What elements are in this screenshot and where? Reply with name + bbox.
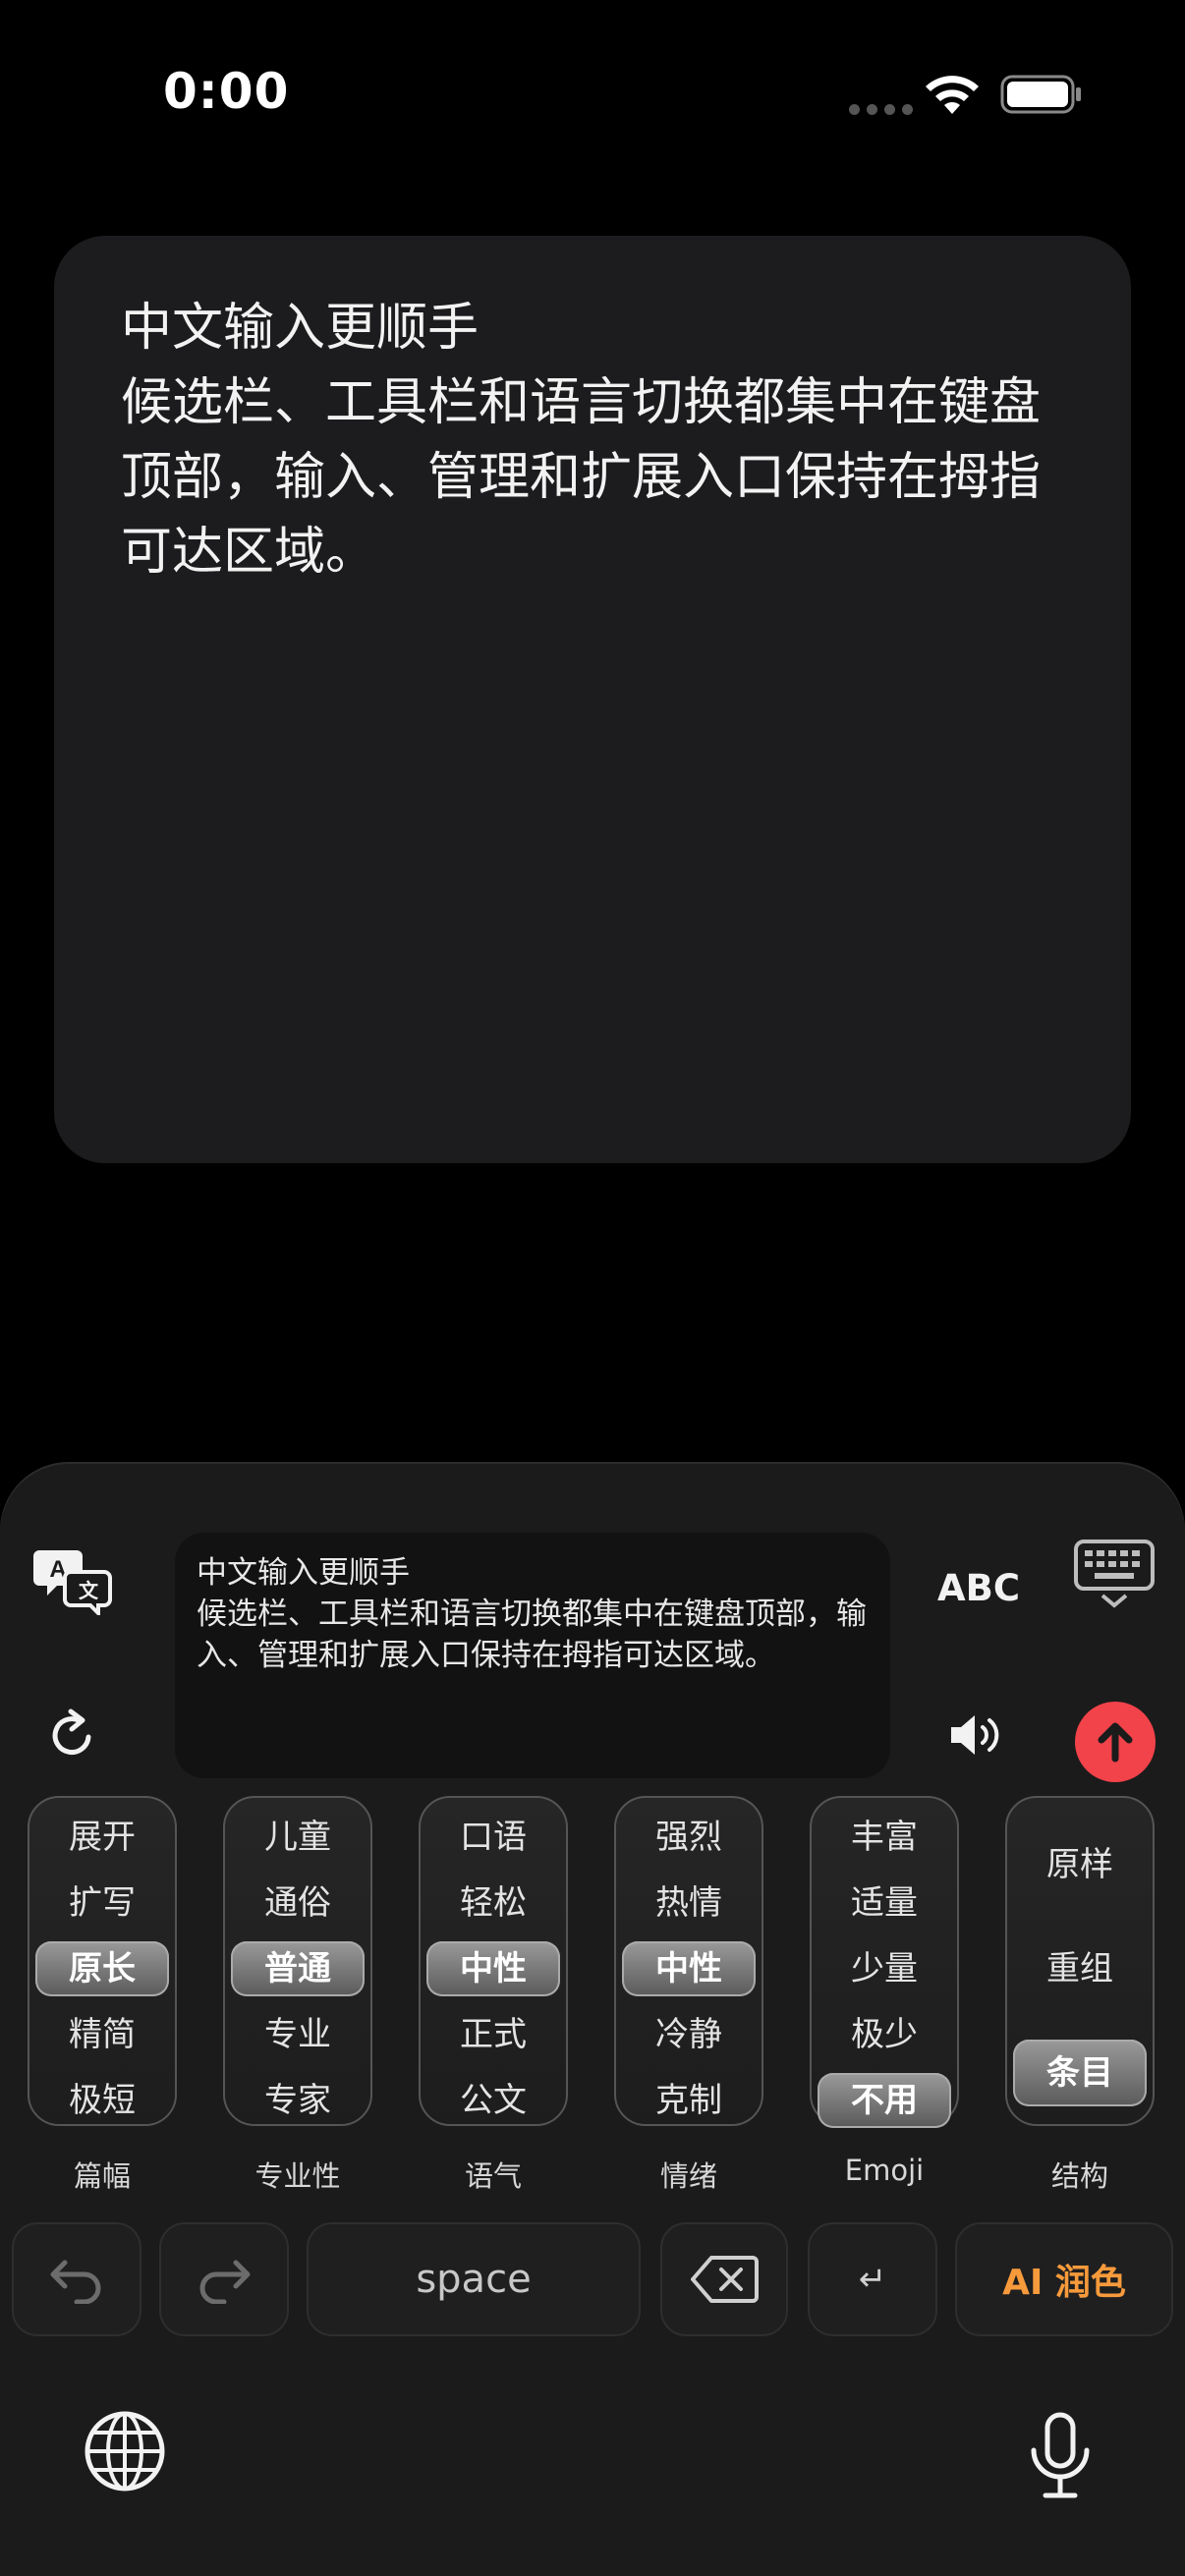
globe-icon[interactable] (83, 2409, 167, 2493)
picker-option[interactable]: 极短 (29, 2073, 175, 2128)
translate-icon[interactable]: A 文 (33, 1544, 114, 1615)
redo-icon (199, 2260, 251, 2304)
picker-option[interactable]: 适量 (812, 1876, 957, 1931)
picker-option[interactable]: 冷静 (616, 2007, 762, 2062)
picker-0[interactable]: 展开扩写原长精简极短 (28, 1796, 177, 2126)
picker-1[interactable]: 儿童通俗普通专业专家 (223, 1796, 372, 2126)
picker-option[interactable]: 中性 (616, 1941, 762, 1996)
picker-label: 结构 (1050, 2159, 1108, 2193)
picker-label: 情绪 (659, 2159, 717, 2193)
wifi-icon (926, 76, 979, 114)
undo-button[interactable] (12, 2222, 141, 2336)
redo-button[interactable] (159, 2222, 289, 2336)
picker-2[interactable]: 口语轻松中性正式公文 (419, 1796, 568, 2126)
status-time: 0:00 (163, 63, 290, 120)
ai-polish-label: AI 润色 (1002, 2263, 1126, 2303)
picker-option[interactable]: 扩写 (29, 1876, 175, 1931)
space-key[interactable]: space (307, 2222, 641, 2336)
picker-option[interactable]: 极少 (812, 2007, 957, 2062)
picker-option[interactable]: 丰富 (812, 1810, 957, 1865)
backspace-key[interactable] (660, 2222, 788, 2336)
picker-option[interactable]: 展开 (29, 1810, 175, 1865)
picker-option[interactable]: 口语 (421, 1810, 566, 1865)
ai-preview-box[interactable]: 中文输入更顺手 候选栏、工具栏和语言切换都集中在键盘顶部，输入、管理和扩展入口保… (175, 1533, 890, 1778)
picker-label: Emoji (844, 2154, 925, 2187)
microphone-icon[interactable] (1026, 2411, 1095, 2501)
picker-option[interactable]: 原长 (29, 1941, 175, 1996)
picker-option[interactable]: 重组 (1007, 1941, 1153, 1996)
keyboard-panel: A 文 中文输入更顺手 候选栏、工具栏和语言切换都集中在键盘顶部，输入、管理和扩… (0, 1462, 1185, 2576)
speaker-icon[interactable] (947, 1708, 1008, 1763)
return-key-label: ↵ (858, 2260, 887, 2299)
battery-icon (1000, 75, 1081, 114)
picker-option[interactable]: 精简 (29, 2007, 175, 2062)
ai-preview-text: 中文输入更顺手 候选栏、工具栏和语言切换都集中在键盘顶部，输入、管理和扩展入口保… (197, 1555, 867, 1673)
picker-option[interactable]: 原样 (1007, 1837, 1153, 1892)
picker-label: 语气 (464, 2159, 522, 2193)
picker-option[interactable]: 专业 (225, 2007, 370, 2062)
abc-switch-button[interactable]: ABC (910, 1539, 1047, 1637)
refresh-icon[interactable] (45, 1708, 100, 1763)
picker-option[interactable]: 少量 (812, 1941, 957, 1996)
svg-text:文: 文 (79, 1579, 99, 1602)
picker-label: 专业性 (254, 2159, 341, 2193)
undo-icon (50, 2260, 101, 2304)
picker-label: 篇幅 (73, 2159, 131, 2193)
arrow-up-icon (1098, 1722, 1133, 1763)
picker-4[interactable]: 丰富适量少量极少不用 (810, 1796, 959, 2128)
send-button[interactable] (1075, 1702, 1156, 1782)
note-text[interactable]: 中文输入更顺手 候选栏、工具栏和语言切换都集中在键盘顶部，输入、管理和扩展入口保… (121, 291, 1064, 589)
note-card[interactable]: 中文输入更顺手 候选栏、工具栏和语言切换都集中在键盘顶部，输入、管理和扩展入口保… (54, 236, 1131, 1163)
picker-option[interactable]: 条目 (1007, 2045, 1153, 2100)
picker-option[interactable]: 强烈 (616, 1810, 762, 1865)
picker-option[interactable]: 儿童 (225, 1810, 370, 1865)
space-key-label: space (416, 2257, 532, 2302)
picker-option[interactable]: 不用 (812, 2073, 957, 2128)
backspace-icon (691, 2256, 759, 2303)
picker-option[interactable]: 公文 (421, 2073, 566, 2128)
picker-option[interactable]: 通俗 (225, 1876, 370, 1931)
picker-option[interactable]: 中性 (421, 1941, 566, 1996)
picker-option[interactable]: 轻松 (421, 1876, 566, 1931)
ai-polish-button[interactable]: AI 润色 (955, 2222, 1173, 2336)
return-key[interactable]: ↵ (808, 2222, 937, 2336)
picker-3[interactable]: 强烈热情中性冷静克制 (614, 1796, 763, 2126)
picker-option[interactable]: 专家 (225, 2073, 370, 2128)
picker-option[interactable]: 正式 (421, 2007, 566, 2062)
picker-option[interactable]: 克制 (616, 2073, 762, 2128)
keyboard-hide-icon[interactable] (1073, 1539, 1156, 1609)
signal-dots-icon (849, 104, 913, 115)
picker-5[interactable]: 原样 重组 条目 (1005, 1796, 1155, 2126)
picker-option[interactable]: 热情 (616, 1876, 762, 1931)
picker-option[interactable]: 普通 (225, 1941, 370, 1996)
